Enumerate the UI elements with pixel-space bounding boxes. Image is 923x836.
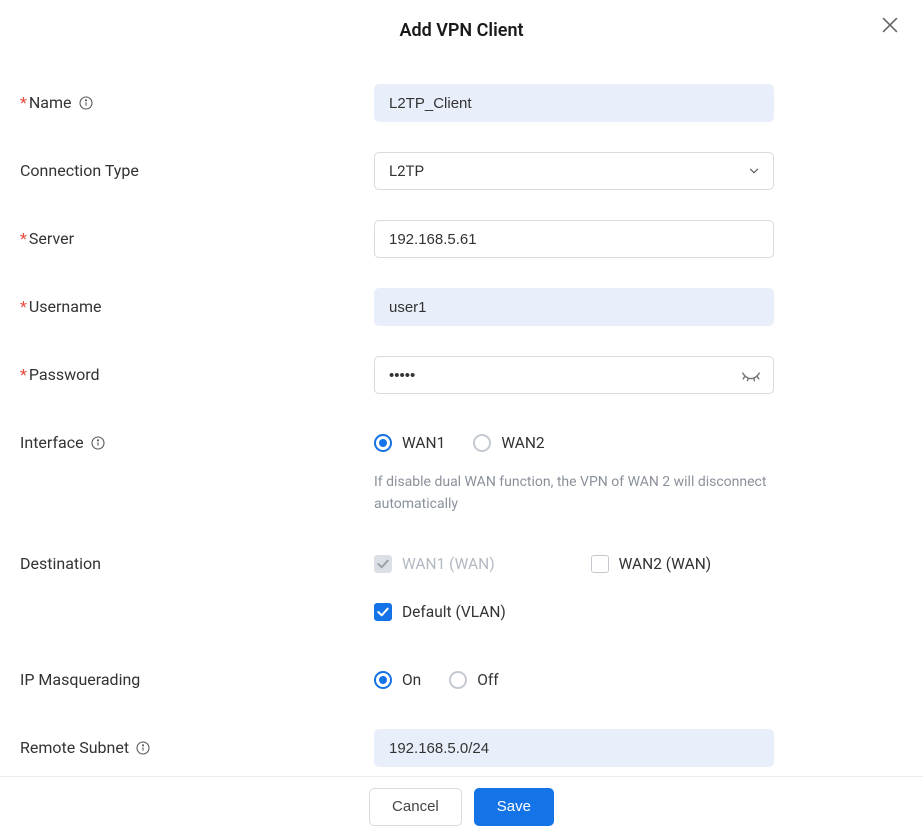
connection-type-value: L2TP xyxy=(389,162,424,180)
checkbox-icon xyxy=(591,555,609,573)
radio-icon xyxy=(473,434,491,452)
close-icon[interactable] xyxy=(879,14,901,36)
ip-masq-on-radio[interactable]: On xyxy=(374,661,421,699)
destination-wan2-checkbox[interactable]: WAN2 (WAN) xyxy=(591,545,712,583)
connection-type-label: Connection Type xyxy=(20,152,139,190)
chevron-down-icon xyxy=(747,164,761,178)
username-input[interactable] xyxy=(374,288,774,326)
destination-wan1-checkbox: WAN1 (WAN) xyxy=(374,545,495,583)
info-icon[interactable] xyxy=(135,740,151,756)
checkbox-icon xyxy=(374,555,392,573)
eye-closed-icon[interactable] xyxy=(740,364,762,386)
info-icon[interactable] xyxy=(90,435,106,451)
required-marker: * xyxy=(20,84,27,122)
connection-type-select[interactable]: L2TP xyxy=(374,152,774,190)
modal-body: * Name Connection Type L2TP xyxy=(0,70,923,776)
radio-icon xyxy=(374,671,392,689)
interface-wan2-radio[interactable]: WAN2 xyxy=(473,424,544,462)
modal-footer: Cancel Save xyxy=(0,776,923,836)
ip-masq-off-radio[interactable]: Off xyxy=(449,661,498,699)
name-input[interactable] xyxy=(374,84,774,122)
radio-icon xyxy=(449,671,467,689)
interface-hint: If disable dual WAN function, the VPN of… xyxy=(374,472,824,515)
server-label: Server xyxy=(29,220,74,258)
radio-label: On xyxy=(402,661,421,699)
password-label: Password xyxy=(29,356,100,394)
interface-label: Interface xyxy=(20,424,84,462)
cancel-button[interactable]: Cancel xyxy=(369,788,462,826)
required-marker: * xyxy=(20,288,27,326)
username-label: Username xyxy=(29,288,102,326)
destination-default-checkbox[interactable]: Default (VLAN) xyxy=(374,593,506,631)
name-label: Name xyxy=(29,84,72,122)
checkbox-label: Default (VLAN) xyxy=(402,593,506,631)
info-icon[interactable] xyxy=(78,95,94,111)
radio-icon xyxy=(374,434,392,452)
remote-subnet-input[interactable] xyxy=(374,729,774,767)
interface-wan1-radio[interactable]: WAN1 xyxy=(374,424,445,462)
modal-title: Add VPN Client xyxy=(0,20,923,41)
checkbox-label: WAN2 (WAN) xyxy=(619,545,712,583)
password-input[interactable] xyxy=(374,356,774,394)
checkbox-label: WAN1 (WAN) xyxy=(402,545,495,583)
ip-masq-label: IP Masquerading xyxy=(20,661,140,699)
checkbox-icon xyxy=(374,603,392,621)
required-marker: * xyxy=(20,220,27,258)
save-button[interactable]: Save xyxy=(474,788,554,826)
radio-label: Off xyxy=(477,661,498,699)
radio-label: WAN1 xyxy=(402,424,445,462)
add-vpn-client-modal: Add VPN Client * Name Connection Typ xyxy=(0,0,923,836)
modal-header: Add VPN Client xyxy=(0,0,923,51)
server-input[interactable] xyxy=(374,220,774,258)
radio-label: WAN2 xyxy=(501,424,544,462)
remote-subnet-label: Remote Subnet xyxy=(20,729,129,767)
required-marker: * xyxy=(20,356,27,394)
destination-label: Destination xyxy=(20,545,101,583)
